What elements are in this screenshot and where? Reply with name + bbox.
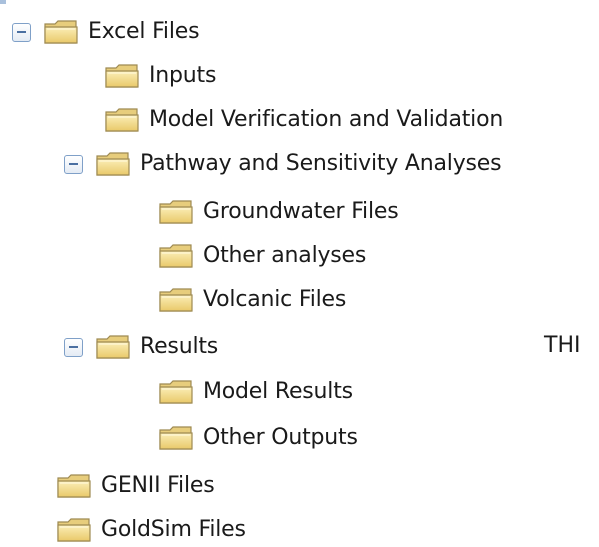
folder-icon bbox=[104, 106, 140, 134]
tree-item-other-analyses[interactable]: Other analyses bbox=[158, 239, 366, 273]
tree-item-groundwater[interactable]: Groundwater Files bbox=[158, 195, 399, 229]
tree-item-volcanic[interactable]: Volcanic Files bbox=[158, 283, 346, 317]
tree-item-label: Model Verification and Validation bbox=[149, 107, 504, 132]
folder-icon bbox=[158, 198, 194, 226]
folder-icon bbox=[95, 150, 131, 178]
folder-icon bbox=[158, 286, 194, 314]
tree-item-model-verification[interactable]: Model Verification and Validation bbox=[104, 103, 503, 137]
tree-item-results[interactable]: Results bbox=[64, 330, 218, 364]
tree-item-label: Pathway and Sensitivity Analyses bbox=[140, 151, 502, 176]
tree-item-genii[interactable]: GENII Files bbox=[56, 469, 215, 503]
tree-item-label: Model Results bbox=[203, 379, 353, 404]
tree-item-label: Other analyses bbox=[203, 243, 367, 268]
tree-item-label: Volcanic Files bbox=[203, 287, 347, 312]
tree-item-label: Other Outputs bbox=[203, 425, 358, 450]
collapse-icon[interactable] bbox=[64, 154, 83, 174]
tree-item-label: GoldSim Files bbox=[101, 517, 246, 542]
tree-item-goldsim[interactable]: GoldSim Files bbox=[56, 513, 246, 547]
folder-icon bbox=[158, 242, 194, 270]
tree-item-model-results[interactable]: Model Results bbox=[158, 375, 353, 409]
folder-icon bbox=[104, 62, 140, 90]
folder-icon bbox=[158, 424, 194, 452]
tree-item-label: Inputs bbox=[149, 63, 217, 88]
tree-item-excel-files[interactable]: Excel Files bbox=[12, 15, 200, 49]
corner-artifact bbox=[0, 0, 6, 4]
collapse-icon[interactable] bbox=[12, 22, 31, 42]
folder-icon bbox=[95, 333, 131, 361]
tree-item-inputs[interactable]: Inputs bbox=[104, 59, 216, 93]
tree-item-label: Groundwater Files bbox=[203, 199, 399, 224]
tree-item-label: Excel Files bbox=[88, 19, 200, 44]
folder-icon bbox=[56, 472, 92, 500]
tree-item-pathway[interactable]: Pathway and Sensitivity Analyses bbox=[64, 147, 502, 181]
folder-icon bbox=[158, 378, 194, 406]
folder-icon bbox=[56, 516, 92, 544]
folder-icon bbox=[43, 18, 79, 46]
tree-item-label: Results bbox=[140, 334, 219, 359]
tree-item-other-outputs[interactable]: Other Outputs bbox=[158, 421, 358, 455]
cropped-text: THI bbox=[544, 333, 581, 358]
tree-item-label: GENII Files bbox=[101, 473, 215, 498]
collapse-icon[interactable] bbox=[64, 337, 83, 357]
